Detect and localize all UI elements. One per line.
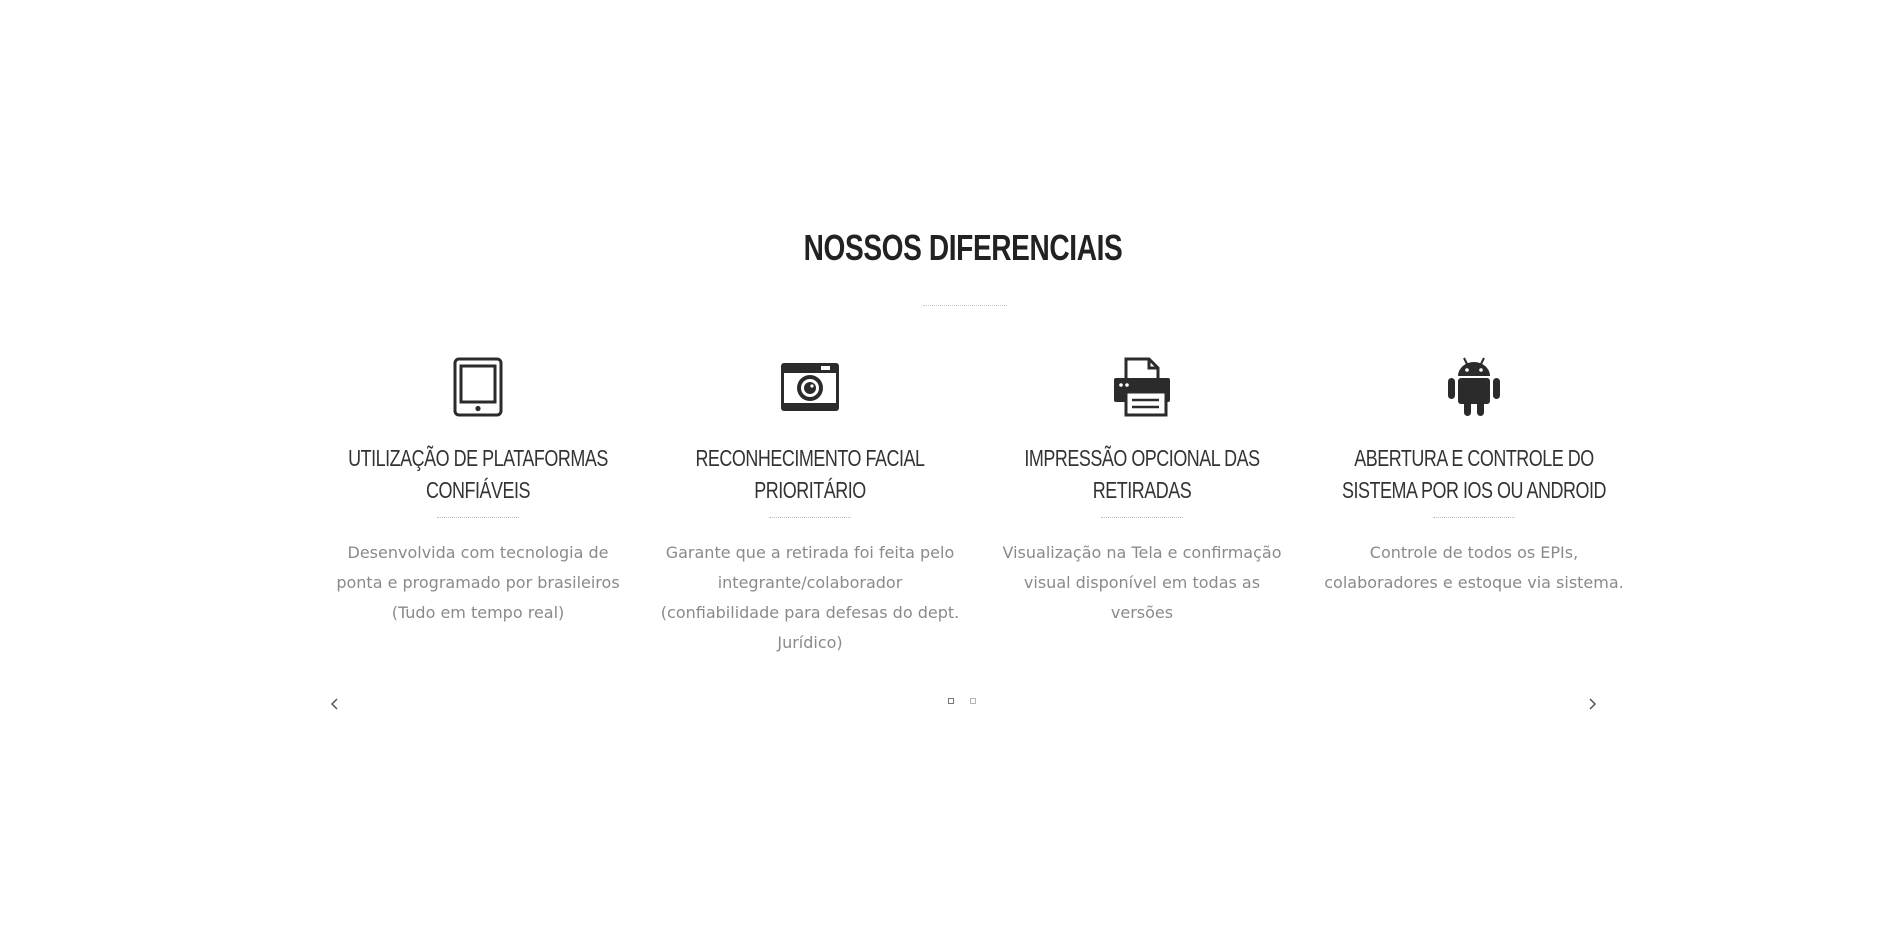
feature-title: UTILIZAÇÃO DE PLATAFORMAS CONFIÁVEIS (348, 445, 608, 503)
features-carousel: UTILIZAÇÃO DE PLATAFORMAS CONFIÁVEIS Des… (328, 356, 1658, 676)
title-divider (923, 305, 1007, 306)
feature-item: RECONHECIMENTO FACIAL PRIORITÁRIO Garant… (660, 356, 960, 652)
feature-divider (1433, 517, 1515, 518)
tablet-icon (453, 357, 503, 417)
chevron-right-icon (1589, 698, 1597, 710)
feature-description: Desenvolvida com tecnologia de ponta e p… (336, 543, 620, 622)
feature-title: ABERTURA E CONTROLE DO SISTEMA POR IOS O… (1342, 445, 1606, 503)
feature-item: UTILIZAÇÃO DE PLATAFORMAS CONFIÁVEIS Des… (328, 356, 628, 622)
android-icon (1448, 357, 1500, 416)
carousel-prev-button[interactable] (327, 694, 343, 714)
pagination-dot[interactable] (970, 698, 976, 704)
carousel-next-button[interactable] (1584, 694, 1600, 714)
feature-divider (769, 517, 851, 518)
feature-item: ABERTURA E CONTROLE DO SISTEMA POR IOS O… (1324, 356, 1624, 592)
feature-divider (1101, 517, 1183, 518)
differentials-section: NOSSOS DIFERENCIAIS UTILIZAÇÃO DE PLATAF… (0, 0, 1882, 933)
camera-icon (781, 363, 839, 411)
chevron-left-icon (330, 698, 338, 710)
feature-description: Visualização na Tela e confirmação visua… (1002, 543, 1282, 622)
feature-title: IMPRESSÃO OPCIONAL DAS RETIRADAS (1024, 445, 1260, 503)
feature-divider (437, 517, 519, 518)
pagination-dot-active[interactable] (948, 698, 954, 704)
feature-title: RECONHECIMENTO FACIAL PRIORITÁRIO (695, 445, 925, 503)
feature-description: Garante que a retirada foi feita pelo in… (660, 543, 960, 652)
section-title: NOSSOS DIFERENCIAIS (803, 227, 1123, 268)
feature-description: Controle de todos os EPIs, colaboradores… (1324, 543, 1624, 592)
feature-item: IMPRESSÃO OPCIONAL DAS RETIRADAS Visuali… (992, 356, 1292, 622)
printer-icon (1114, 357, 1170, 417)
